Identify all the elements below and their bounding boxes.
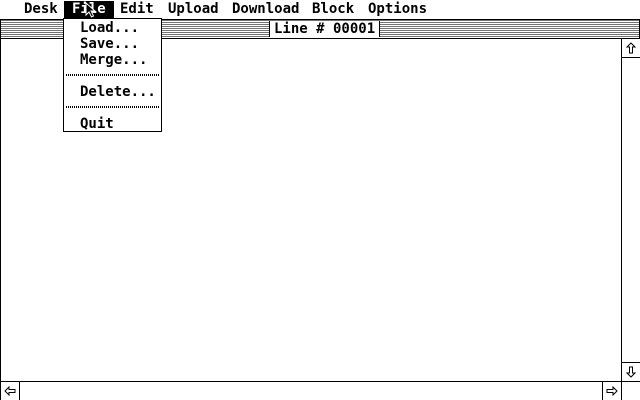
mouse-pointer-icon xyxy=(85,2,97,18)
vertical-scrollbar[interactable] xyxy=(621,39,640,381)
menu-item-load[interactable]: Load... xyxy=(64,20,161,36)
menu-item-merge[interactable]: Merge... xyxy=(64,52,161,68)
menu-block[interactable]: Block xyxy=(304,1,362,18)
menu-separator xyxy=(66,106,159,108)
menu-upload[interactable]: Upload xyxy=(160,1,227,18)
up-arrow-icon[interactable] xyxy=(622,39,640,58)
menu-item-delete[interactable]: Delete... xyxy=(64,84,161,100)
right-arrow-icon[interactable] xyxy=(602,382,621,400)
down-arrow-icon[interactable] xyxy=(622,362,640,381)
menu-download[interactable]: Download xyxy=(224,1,307,18)
horizontal-scrollbar[interactable] xyxy=(1,381,621,400)
menu-separator xyxy=(66,74,159,76)
menu-item-quit[interactable]: Quit xyxy=(64,116,161,132)
left-arrow-icon[interactable] xyxy=(1,382,20,400)
file-dropdown-menu: Load... Save... Merge... Delete... Quit xyxy=(63,18,162,132)
window-title: Line # 00001 xyxy=(269,21,381,37)
menu-item-save[interactable]: Save... xyxy=(64,36,161,52)
menu-desk[interactable]: Desk xyxy=(16,1,66,18)
size-box xyxy=(621,381,640,400)
menu-options[interactable]: Options xyxy=(360,1,435,18)
menu-edit[interactable]: Edit xyxy=(112,1,162,18)
